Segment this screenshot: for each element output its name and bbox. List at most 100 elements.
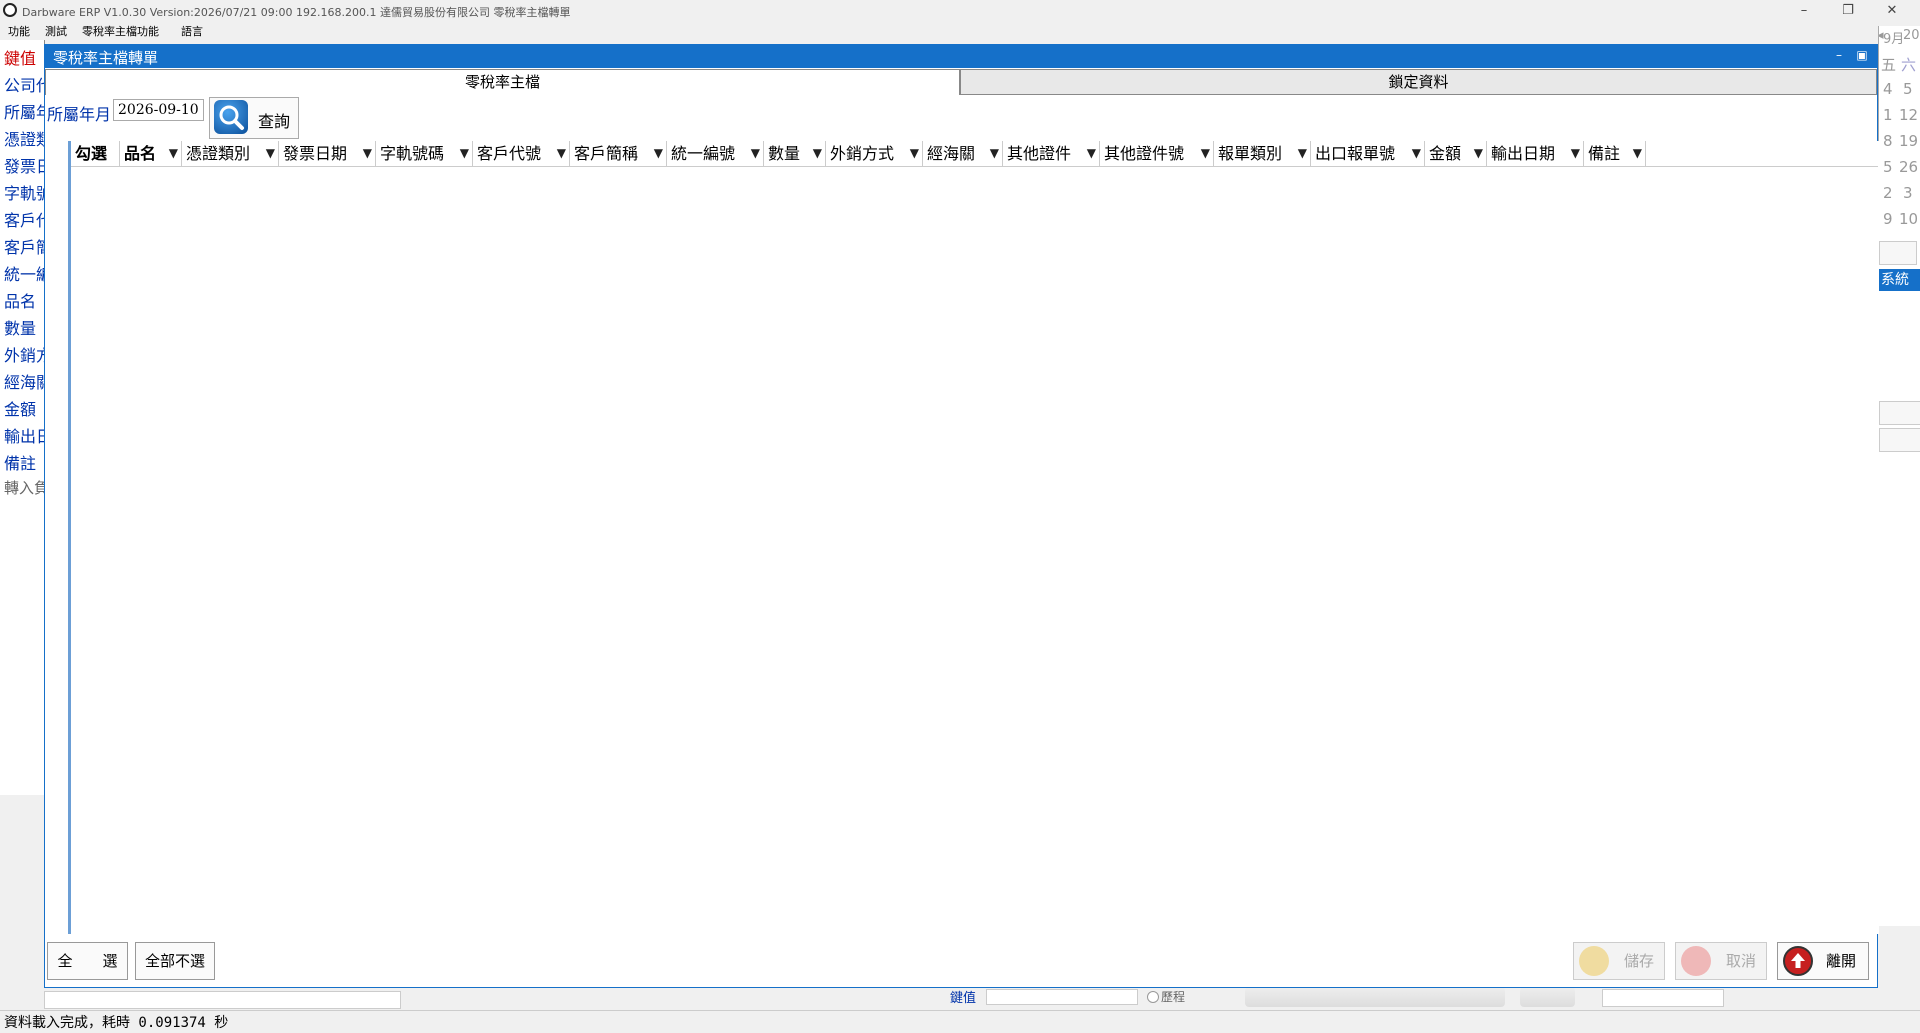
filter-icon[interactable]: ▼ xyxy=(1633,141,1642,166)
menu-language[interactable]: 語言 xyxy=(181,23,203,39)
left-item: 金額 xyxy=(4,400,37,419)
tab-zero-tax-master[interactable]: 零稅率主檔 xyxy=(45,69,960,95)
col-voucher-type-label: 憑證類別 xyxy=(186,144,251,163)
background-combo-2 xyxy=(1602,989,1724,1007)
filter-icon[interactable]: ▼ xyxy=(266,141,275,166)
calendar-day[interactable]: 4 xyxy=(1883,80,1893,98)
filter-icon[interactable]: ▼ xyxy=(1087,141,1096,166)
filter-icon[interactable]: ▼ xyxy=(1571,141,1580,166)
col-export-decl-no[interactable]: 出口報單號 ▼ xyxy=(1311,141,1425,166)
col-voucher-type[interactable]: 憑證類別 ▼ xyxy=(182,141,279,166)
cancel-button-label: 取消 xyxy=(1726,952,1757,970)
background-key-input xyxy=(986,989,1138,1005)
filter-icon[interactable]: ▼ xyxy=(751,141,760,166)
select-all-button[interactable]: 全 選 xyxy=(47,942,128,980)
col-check[interactable]: 勾選 xyxy=(71,141,120,166)
calendar-day[interactable]: 26 xyxy=(1899,158,1918,176)
search-icon[interactable] xyxy=(214,100,248,134)
side-button[interactable] xyxy=(1879,428,1920,452)
menu-zero-tax[interactable]: 零稅率主檔功能 xyxy=(82,23,159,39)
col-export-date[interactable]: 輸出日期 ▼ xyxy=(1487,141,1584,166)
filter-icon[interactable]: ▼ xyxy=(1474,141,1483,166)
background-nav-buttons xyxy=(1245,987,1505,1007)
system-label[interactable]: 系統 xyxy=(1879,269,1920,291)
minimize-icon[interactable]: – xyxy=(1784,1,1824,21)
month-input[interactable]: 2026-09-10 xyxy=(113,99,204,121)
col-declaration-type-label: 報單類別 xyxy=(1218,144,1283,163)
save-button-label: 儲存 xyxy=(1624,952,1655,970)
col-other-doc-no[interactable]: 其他證件號 ▼ xyxy=(1100,141,1214,166)
cancel-button: 取消 xyxy=(1675,942,1767,980)
filter-icon[interactable]: ▼ xyxy=(169,141,178,166)
col-export-method[interactable]: 外銷方式 ▼ xyxy=(826,141,923,166)
col-export-method-label: 外銷方式 xyxy=(830,144,895,163)
undo-icon xyxy=(1681,946,1711,976)
close-icon[interactable]: ✕ xyxy=(1872,1,1912,21)
history-radio[interactable] xyxy=(1147,991,1159,1003)
col-customs-label: 經海關 xyxy=(927,144,976,163)
calendar-button[interactable] xyxy=(1879,241,1917,265)
dialog-minimize-icon[interactable]: – xyxy=(1832,48,1846,62)
calendar-day[interactable]: 10 xyxy=(1899,210,1918,228)
col-customs[interactable]: 經海關 ▼ xyxy=(923,141,1003,166)
calendar-day[interactable]: 5 xyxy=(1883,158,1893,176)
background-combo xyxy=(44,991,401,1009)
col-export-decl-no-label: 出口報單號 xyxy=(1315,144,1396,163)
calendar-day[interactable]: 3 xyxy=(1903,184,1913,202)
left-item: 公司代 xyxy=(4,76,44,95)
calendar-day[interactable]: 5 xyxy=(1903,80,1913,98)
status-text: 資料載入完成，耗時 0.091374 秒 xyxy=(4,1015,229,1031)
col-tax-id[interactable]: 統一編號 ▼ xyxy=(667,141,764,166)
col-remark[interactable]: 備註 ▼ xyxy=(1584,141,1646,166)
calendar-day[interactable]: 9 xyxy=(1883,210,1893,228)
calendar-day[interactable]: 1 xyxy=(1883,106,1893,124)
left-item: 備註 xyxy=(4,454,37,473)
left-item: 客戶代 xyxy=(4,211,44,230)
calendar-day[interactable]: 12 xyxy=(1899,106,1918,124)
calendar-day[interactable]: 8 xyxy=(1883,132,1893,150)
filter-icon[interactable]: ▼ xyxy=(1412,141,1421,166)
query-button-label: 查詢 xyxy=(258,112,291,131)
col-remark-label: 備註 xyxy=(1588,144,1621,163)
app-logo-icon xyxy=(3,3,17,17)
left-item: 數量 xyxy=(4,319,37,338)
status-bar xyxy=(0,1010,1920,1033)
filter-icon[interactable]: ▼ xyxy=(654,141,663,166)
menu-test[interactable]: 測試 xyxy=(45,23,67,39)
col-track-no[interactable]: 字軌號碼 ▼ xyxy=(376,141,473,166)
dialog-maximize-icon[interactable]: ▣ xyxy=(1855,48,1869,62)
filter-icon[interactable]: ▼ xyxy=(990,141,999,166)
deselect-all-button[interactable]: 全部不選 xyxy=(135,942,215,980)
filter-icon[interactable]: ▼ xyxy=(1298,141,1307,166)
col-customer-short[interactable]: 客戶簡稱 ▼ xyxy=(570,141,667,166)
history-radio-label: 歷程 xyxy=(1161,990,1186,1004)
col-product-label: 品名 xyxy=(124,144,157,163)
data-grid[interactable] xyxy=(68,141,1879,934)
filter-icon[interactable]: ▼ xyxy=(1201,141,1210,166)
col-quantity[interactable]: 數量 ▼ xyxy=(764,141,826,166)
filter-icon[interactable]: ▼ xyxy=(460,141,469,166)
col-amount[interactable]: 金額 ▼ xyxy=(1425,141,1487,166)
restore-icon[interactable]: ❐ xyxy=(1828,1,1868,21)
filter-icon[interactable]: ▼ xyxy=(910,141,919,166)
col-declaration-type[interactable]: 報單類別 ▼ xyxy=(1214,141,1311,166)
col-other-doc[interactable]: 其他證件 ▼ xyxy=(1003,141,1100,166)
menu-function[interactable]: 功能 xyxy=(8,23,30,39)
col-product[interactable]: 品名 ▼ xyxy=(120,141,182,166)
left-item: 字軌號 xyxy=(4,184,44,203)
calendar-month: 9月 xyxy=(1883,32,1905,47)
filter-icon[interactable]: ▼ xyxy=(813,141,822,166)
filter-icon[interactable]: ▼ xyxy=(363,141,372,166)
tab-locked-data[interactable]: 鎖定資料 xyxy=(960,69,1877,95)
exit-button[interactable]: 離開 xyxy=(1777,942,1869,980)
calendar-day[interactable]: 2 xyxy=(1883,184,1893,202)
left-item: 統一編 xyxy=(4,265,44,284)
filter-icon[interactable]: ▼ xyxy=(557,141,566,166)
calendar-day[interactable]: 19 xyxy=(1899,132,1918,150)
left-item: 轉入負 xyxy=(4,479,45,497)
save-button: 儲存 xyxy=(1573,942,1665,980)
side-button[interactable] xyxy=(1879,401,1920,425)
col-invoice-date[interactable]: 發票日期 ▼ xyxy=(279,141,376,166)
col-customer-code[interactable]: 客戶代號 ▼ xyxy=(473,141,570,166)
col-export-date-label: 輸出日期 xyxy=(1491,144,1556,163)
